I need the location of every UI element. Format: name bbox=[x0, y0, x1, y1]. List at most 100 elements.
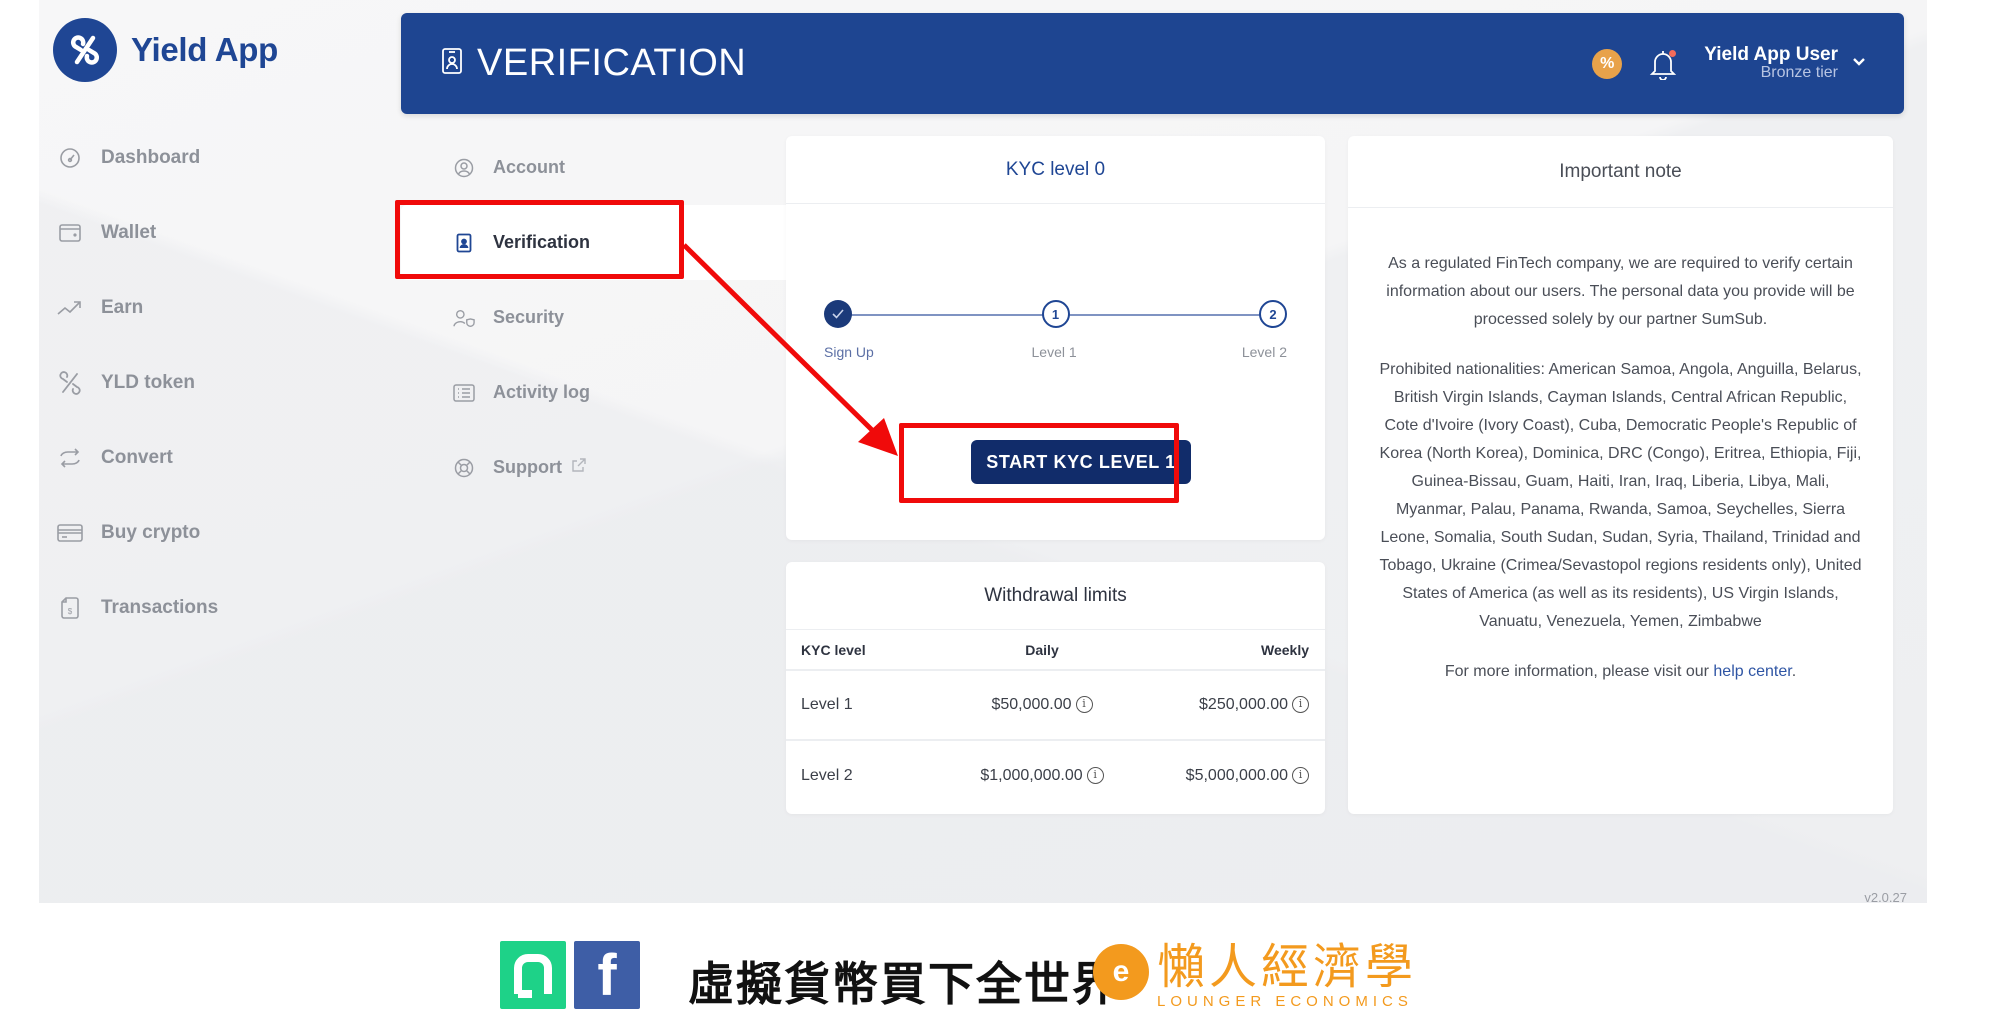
daily-limit-value: $1,000,000.00 bbox=[980, 766, 1083, 784]
step-marker-level-1: 1 bbox=[1041, 300, 1070, 328]
column-header-weekly: Weekly bbox=[1136, 630, 1325, 671]
important-note-card: Important note As a regulated FinTech co… bbox=[1348, 136, 1893, 814]
cell-level: Level 2 bbox=[801, 766, 853, 784]
yield-app-logo-icon bbox=[53, 18, 117, 82]
page-header: VERIFICATION % Yield App User Bronze tie… bbox=[401, 13, 1904, 114]
daily-limit-value: $50,000.00 bbox=[991, 696, 1072, 713]
kyc-stepper: 1 2 Sign Up Level 1 Level 2 bbox=[824, 300, 1287, 370]
list-icon bbox=[453, 382, 475, 404]
kyc-level-title: KYC level 0 bbox=[786, 136, 1325, 204]
user-menu[interactable]: Yield App User Bronze tier bbox=[1704, 45, 1866, 82]
notifications-button[interactable] bbox=[1648, 48, 1678, 81]
lounger-economics-logo[interactable]: e 懶人經濟學 LOUNGER ECONOMICS bbox=[1093, 940, 1417, 1010]
lifebuoy-icon bbox=[453, 457, 475, 479]
sidebar-item-buy-crypto[interactable]: Buy crypto bbox=[53, 495, 353, 570]
credit-card-icon bbox=[57, 520, 83, 546]
sidebar-item-label: Convert bbox=[101, 446, 173, 468]
sidebar-item-label: Buy crypto bbox=[101, 521, 201, 543]
subnav-item-label: Activity log bbox=[493, 382, 591, 402]
column-header-kyc-level: KYC level bbox=[786, 630, 948, 671]
page-title: VERIFICATION bbox=[477, 42, 747, 84]
subnav-item-label: Support bbox=[493, 457, 562, 477]
brand-name-cn: 懶人經濟學 bbox=[1157, 939, 1418, 995]
weekly-limit-value: $5,000,000.00 bbox=[1185, 766, 1288, 784]
step-label-sign-up: Sign Up bbox=[824, 344, 874, 360]
user-name: Yield App User bbox=[1704, 44, 1838, 66]
cell-weekly: $5,000,000.00 i bbox=[1136, 740, 1325, 810]
weekly-limit-value: $250,000.00 bbox=[1199, 696, 1288, 713]
wallet-icon bbox=[57, 220, 83, 246]
sidebar-item-wallet[interactable]: Wallet bbox=[53, 195, 353, 270]
brand-name-en: LOUNGER ECONOMICS bbox=[1157, 993, 1413, 1010]
subnav-item-security[interactable]: Security bbox=[401, 280, 811, 355]
cell-daily: $1,000,000.00 i bbox=[948, 740, 1137, 810]
app-version: v2.0.27 bbox=[1864, 890, 1907, 903]
convert-arrows-icon bbox=[57, 445, 83, 471]
withdrawal-limits-card: Withdrawal limits KYC level Daily Weekly… bbox=[786, 562, 1325, 814]
help-center-link[interactable]: help center bbox=[1713, 663, 1791, 680]
annotation-box-verification bbox=[395, 200, 684, 279]
sidebar-item-label: Transactions bbox=[101, 596, 219, 618]
regulation-paragraph: As a regulated FinTech company, we are r… bbox=[1386, 255, 1855, 328]
brand-logo[interactable]: Yield App bbox=[53, 18, 278, 82]
subnav-item-account[interactable]: Account bbox=[401, 130, 811, 205]
user-circle-icon bbox=[453, 157, 475, 179]
sidebar-item-label: YLD token bbox=[101, 371, 195, 393]
notification-dot bbox=[1669, 49, 1677, 57]
cell-daily: $50,000.00 i bbox=[947, 670, 1137, 741]
yld-token-icon bbox=[57, 370, 83, 396]
step-label-level-2: Level 2 bbox=[1241, 344, 1287, 360]
percent-badge-icon[interactable]: % bbox=[1592, 48, 1623, 79]
sidebar-item-earn[interactable]: Earn bbox=[53, 270, 353, 345]
sidebar-item-label: Earn bbox=[101, 296, 144, 318]
annotation-box-start-kyc bbox=[899, 423, 1179, 503]
svg-text:$: $ bbox=[68, 607, 73, 616]
sidebar-item-transactions[interactable]: $ Transactions bbox=[53, 570, 353, 645]
cell-level: Level 1 bbox=[786, 670, 948, 741]
info-icon[interactable]: i bbox=[1086, 766, 1104, 784]
bottom-banner: f 虛擬貨幣買下全世界 e 懶人經濟學 LOUNGER ECONOMICS bbox=[0, 903, 2000, 1023]
help-paragraph: For more information, please visit our h… bbox=[1378, 658, 1863, 686]
user-shield-icon bbox=[453, 307, 475, 329]
important-note-title: Important note bbox=[1348, 136, 1893, 208]
receipt-icon: $ bbox=[57, 595, 83, 621]
info-icon[interactable]: i bbox=[1292, 696, 1309, 714]
brand-mark-icon: e bbox=[1093, 944, 1149, 1000]
step-label-level-1: Level 1 bbox=[1031, 344, 1077, 360]
table-row: Level 2 $1,000,000.00 i $5,000,000.00 i bbox=[786, 740, 1325, 810]
brand-name: Yield App bbox=[131, 31, 279, 68]
info-icon[interactable]: i bbox=[1292, 766, 1309, 784]
external-link-icon bbox=[572, 458, 586, 477]
trend-up-icon bbox=[57, 295, 83, 321]
subnav-item-activity-log[interactable]: Activity log bbox=[401, 355, 811, 430]
settings-nav: Account Verification Security Activity l… bbox=[401, 130, 811, 505]
step-marker-level-2: 2 bbox=[1259, 300, 1287, 328]
subnav-item-support[interactable]: Support bbox=[401, 430, 811, 505]
line-app-icon[interactable] bbox=[500, 941, 566, 1009]
chevron-down-icon bbox=[1852, 54, 1866, 72]
table-row: Level 1 $50,000.00 i $250,000.00 i bbox=[786, 670, 1325, 741]
sidebar-item-convert[interactable]: Convert bbox=[53, 420, 353, 495]
info-icon[interactable]: i bbox=[1075, 696, 1093, 714]
help-text: For more information, please visit our bbox=[1444, 663, 1714, 680]
user-tier: Bronze tier bbox=[1760, 64, 1838, 82]
sidebar-nav: Dashboard Wallet Earn YLD token Convert bbox=[53, 120, 353, 645]
gauge-icon bbox=[57, 145, 83, 171]
banner-slogan: 虛擬貨幣買下全世界 bbox=[688, 957, 1120, 1011]
sidebar-item-dashboard[interactable]: Dashboard bbox=[53, 120, 353, 195]
column-header-daily: Daily bbox=[947, 630, 1137, 671]
sidebar-item-label: Dashboard bbox=[101, 146, 201, 168]
facebook-icon[interactable]: f bbox=[574, 941, 640, 1009]
help-text-suffix: . bbox=[1791, 663, 1797, 680]
subnav-item-label: Account bbox=[493, 157, 565, 177]
id-badge-icon bbox=[441, 47, 463, 80]
checkmark-icon bbox=[832, 309, 844, 319]
cell-weekly: $250,000.00 i bbox=[1136, 670, 1325, 741]
sidebar-item-yld-token[interactable]: YLD token bbox=[53, 345, 353, 420]
step-marker-sign-up bbox=[824, 300, 852, 328]
withdrawal-limits-title: Withdrawal limits bbox=[786, 562, 1325, 630]
sidebar-item-label: Wallet bbox=[101, 221, 157, 243]
prohibited-nationalities-paragraph: Prohibited nationalities: American Samoa… bbox=[1379, 361, 1862, 630]
table-header-row: KYC level Daily Weekly bbox=[786, 630, 1325, 671]
withdrawal-limits-table: KYC level Daily Weekly Level 1 $50,000.0… bbox=[786, 630, 1325, 810]
